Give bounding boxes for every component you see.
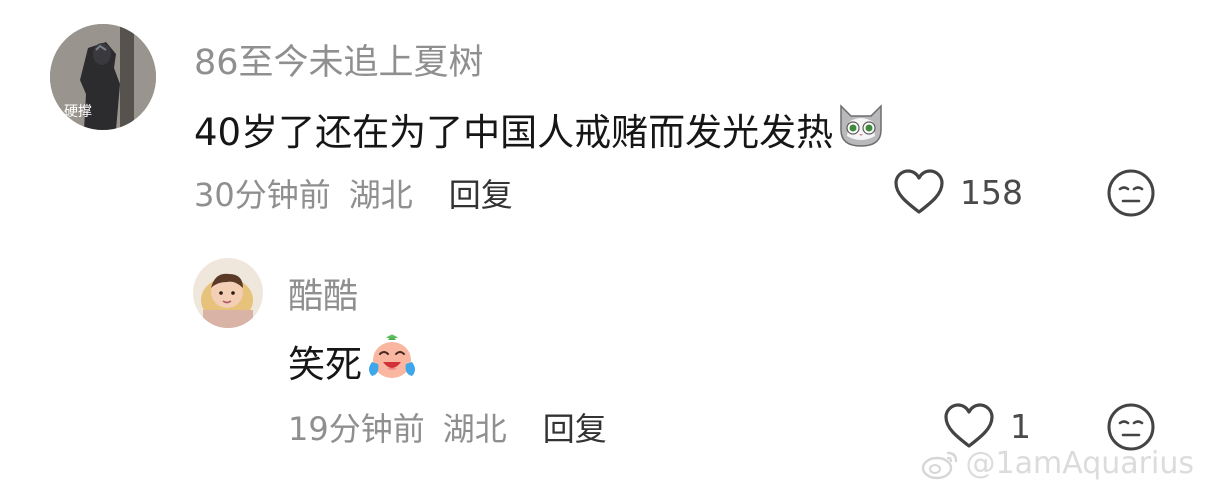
laughing-tears-emoji: [364, 330, 420, 391]
heart-icon: [894, 169, 944, 214]
reply-meta: 19分钟前 湖北 回复: [288, 404, 607, 450]
reply-button[interactable]: 回复: [449, 170, 513, 216]
meh-face-icon: [1107, 169, 1155, 217]
weibo-icon: [921, 451, 957, 479]
avatar[interactable]: 硬撑: [50, 24, 156, 130]
watermark: @1amAquarius: [920, 446, 1194, 481]
watermark-handle: @1amAquarius: [965, 446, 1194, 481]
like-count: 158: [960, 172, 1023, 212]
reply-button[interactable]: 回复: [543, 404, 607, 450]
reply-text: 笑死: [288, 342, 362, 386]
like-button[interactable]: 158: [892, 168, 1023, 216]
dislike-button[interactable]: [1106, 168, 1156, 222]
avatar[interactable]: [193, 258, 263, 328]
heart-icon: [944, 403, 994, 448]
comment-text: 40岁了还在为了中国人戒赌而发光发热: [194, 110, 834, 154]
like-count: 1: [1010, 406, 1031, 446]
like-button[interactable]: 1: [942, 402, 1031, 450]
comment-meta: 30分钟前 湖北 回复: [194, 170, 513, 216]
meh-face-icon: [1107, 403, 1155, 451]
reply-text-row: 笑死: [288, 330, 420, 391]
comment-location: 湖北: [348, 176, 413, 214]
reply-username[interactable]: 酷酷: [288, 268, 358, 319]
cat-face-emoji: [835, 100, 887, 157]
comment-text-row: 40岁了还在为了中国人戒赌而发光发热: [194, 100, 887, 157]
avatar-text: 硬撑: [64, 104, 92, 120]
reply-time: 19分钟前: [288, 410, 425, 448]
reply-location: 湖北: [442, 410, 507, 448]
comment-username[interactable]: 86至今未追上夏树: [194, 34, 484, 85]
comment-time: 30分钟前: [194, 176, 331, 214]
